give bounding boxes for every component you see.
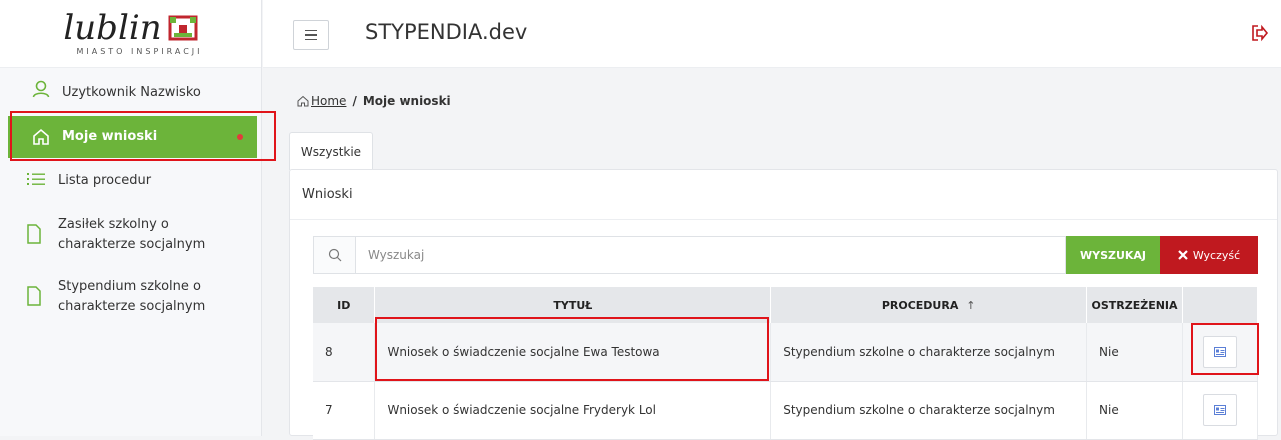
search-input[interactable] <box>355 236 1066 274</box>
cell-procedure: Stypendium szkolne o charakterze socjaln… <box>770 381 1088 440</box>
sidebar-item-zasilek-szkolny[interactable]: Zasiłek szkolny o charakterze socjalnym <box>0 204 261 266</box>
column-header-warnings[interactable]: OSTRZEŻENIA <box>1086 287 1183 323</box>
breadcrumb-current: Moje wnioski <box>362 94 451 108</box>
id-card-icon <box>1214 405 1226 415</box>
breadcrumb-separator: / <box>352 94 357 108</box>
close-icon <box>1178 250 1188 260</box>
sidebar-item-lista-procedur[interactable]: Lista procedur <box>0 158 261 204</box>
clear-button-label: Wyczyść <box>1192 248 1241 262</box>
cell-title: Wniosek o świadczenie socjalne Fryderyk … <box>374 381 772 440</box>
column-header-procedure[interactable]: PROCEDURA ↑ <box>770 287 1088 323</box>
app-title: STYPENDIA.dev <box>365 20 528 44</box>
cell-warnings: Nie <box>1086 381 1183 440</box>
breadcrumb-home-link[interactable]: Home <box>311 94 346 108</box>
cell-warnings: Nie <box>1086 323 1183 382</box>
column-header-actions <box>1182 287 1258 323</box>
menu-toggle-button[interactable] <box>293 20 329 50</box>
list-icon <box>27 173 45 185</box>
home-icon <box>297 95 309 107</box>
sidebar: lublin MIASTO INSPIRACJI Uzytkownik Nazw… <box>0 0 262 436</box>
logout-icon[interactable] <box>1251 24 1269 42</box>
tab-wszystkie[interactable]: Wszystkie <box>289 132 373 170</box>
highlight-box-title-cell <box>375 317 769 381</box>
top-bar: STYPENDIA.dev <box>263 0 1281 68</box>
search-icon <box>313 236 355 274</box>
breadcrumb: Home / Moje wnioski <box>297 94 451 108</box>
view-details-button[interactable] <box>1203 394 1237 426</box>
sidebar-item-label: Zasiłek szkolny o charakterze socjalnym <box>58 217 206 252</box>
sidebar-item-label: Stypendium szkolne o charakterze socjaln… <box>58 279 206 314</box>
sidebar-item-label: Lista procedur <box>58 173 152 188</box>
document-icon <box>27 286 41 306</box>
applications-card: Wnioski WYSZUKAJ Wyczyść ID TYTUŁ PROCED… <box>289 169 1278 440</box>
column-header-id[interactable]: ID <box>313 287 376 323</box>
highlight-box-view-button <box>1191 323 1259 375</box>
user-profile[interactable]: Uzytkownik Nazwisko <box>0 68 261 116</box>
user-name: Uzytkownik Nazwisko <box>62 84 201 100</box>
column-header-procedure-label: PROCEDURA <box>881 298 959 312</box>
cell-id: 8 <box>313 323 376 382</box>
castle-logo-icon <box>168 15 198 41</box>
sort-asc-icon: ↑ <box>966 298 976 312</box>
table-row[interactable]: 7 Wniosek o świadczenie socjalne Frydery… <box>313 381 1258 440</box>
sidebar-item-stypendium-szkolne[interactable]: Stypendium szkolne o charakterze socjaln… <box>0 266 261 328</box>
logo-wordmark: lublin <box>63 8 162 48</box>
document-icon <box>27 224 41 244</box>
search-button[interactable]: WYSZUKAJ <box>1066 236 1160 274</box>
clear-button[interactable]: Wyczyść <box>1160 236 1258 274</box>
user-icon <box>32 80 50 98</box>
cell-actions <box>1182 381 1258 440</box>
highlight-box-moje-wnioski <box>10 111 276 161</box>
card-title: Wnioski <box>290 170 1277 220</box>
search-bar: WYSZUKAJ Wyczyść <box>313 236 1258 274</box>
logo-subtitle: MIASTO INSPIRACJI <box>76 47 203 56</box>
cell-procedure: Stypendium szkolne o charakterze socjaln… <box>770 323 1088 382</box>
logo[interactable]: lublin MIASTO INSPIRACJI <box>0 0 261 68</box>
cell-id: 7 <box>313 381 376 440</box>
